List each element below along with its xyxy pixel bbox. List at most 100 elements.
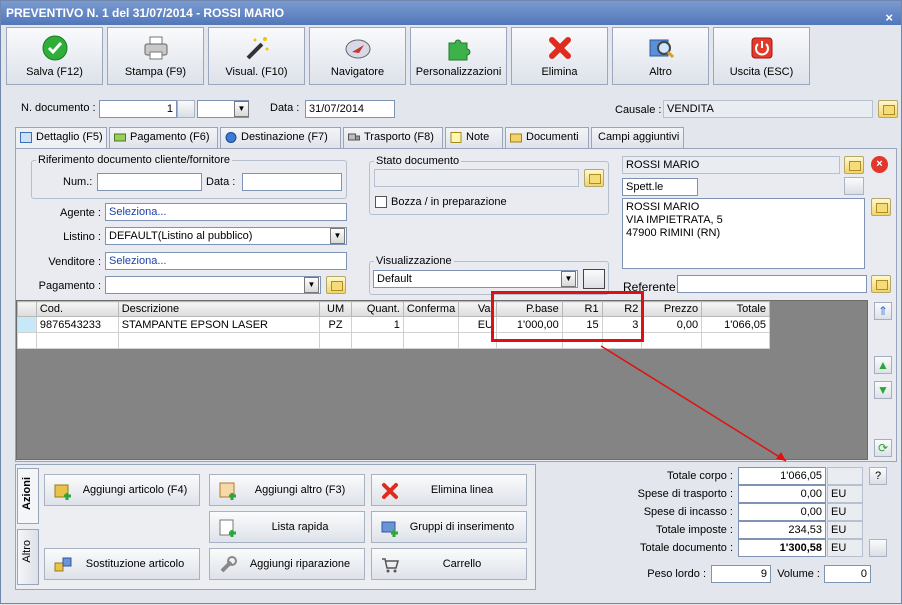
search-client-icon[interactable] <box>844 177 864 195</box>
col-um[interactable]: UM <box>319 301 353 317</box>
tab-pagamento[interactable]: Pagamento (F6) <box>109 127 218 148</box>
totale-corpo-field[interactable]: 1'066,05 <box>738 467 826 485</box>
exit-button[interactable]: Uscita (ESC) <box>713 27 810 85</box>
listino-chevron-down-icon[interactable]: ▼ <box>330 228 345 244</box>
preview-button[interactable]: Visual. (F10) <box>208 27 305 85</box>
visualizzazione-select[interactable]: Default <box>373 270 578 288</box>
table-row[interactable]: 9876543233 STAMPANTE EPSON LASER PZ 1 EU… <box>17 316 770 333</box>
chevron-down-icon[interactable]: ▼ <box>234 101 249 117</box>
stato-folder-icon[interactable] <box>584 169 604 187</box>
tab-note[interactable]: Note <box>445 127 503 148</box>
delete-line-button[interactable]: Elimina linea <box>371 474 527 506</box>
cell-cod[interactable]: 9876543233 <box>35 316 119 333</box>
tab-altro[interactable]: Altro <box>17 529 39 585</box>
add-other-button[interactable]: Aggiungi altro (F3) <box>209 474 365 506</box>
totale-documento-field[interactable]: 1'300,58 <box>738 539 826 557</box>
visualizzazione-chevron-down-icon[interactable]: ▼ <box>561 271 576 287</box>
address-line: 47900 RIMINI (RN) <box>626 227 721 239</box>
cell-um[interactable]: PZ <box>319 316 353 333</box>
col-descrizione[interactable]: Descrizione <box>117 301 321 317</box>
row-indicator[interactable] <box>17 316 37 333</box>
ndoc-field[interactable]: 1 <box>99 100 177 118</box>
power-icon <box>751 37 773 59</box>
save-button[interactable]: Salva (F12) <box>6 27 103 85</box>
tab-documenti[interactable]: Documenti <box>505 127 589 148</box>
causale-folder-icon[interactable] <box>878 100 898 118</box>
venditore-field[interactable]: Seleziona... <box>105 252 347 270</box>
pagamento-select[interactable] <box>105 276 321 294</box>
add-article-button[interactable]: Aggiungi articolo (F4) <box>44 474 200 506</box>
tab-destinazione[interactable]: Destinazione (F7) <box>220 127 341 148</box>
customize-button[interactable]: Personalizzazioni <box>410 27 507 85</box>
stato-legend: Stato documento <box>376 155 460 167</box>
zoom-add-icon[interactable] <box>869 539 887 557</box>
delete-button[interactable]: Elimina <box>511 27 608 85</box>
window: PREVENTIVO N. 1 del 31/07/2014 - ROSSI M… <box>0 0 902 604</box>
tab-azioni[interactable]: Azioni <box>17 468 39 524</box>
client-name-field[interactable]: ROSSI MARIO <box>622 156 840 174</box>
listino-select[interactable]: DEFAULT(Listino al pubblico) <box>105 227 347 245</box>
replace-article-button[interactable]: Sostituzione articolo <box>44 548 200 580</box>
insert-groups-button[interactable]: Gruppi di inserimento <box>371 511 527 543</box>
address-folder-icon[interactable] <box>871 198 891 216</box>
delete-label: Elimina <box>541 66 578 78</box>
peso-field[interactable]: 9 <box>711 565 771 583</box>
tab-dettaglio[interactable]: Dettaglio (F5) <box>15 127 107 149</box>
address-line: VIA IMPIETRATA, 5 <box>626 214 723 226</box>
causale-field[interactable]: VENDITA <box>663 100 873 118</box>
client-folder-icon[interactable] <box>844 156 864 174</box>
layout-edit-button[interactable] <box>583 269 605 289</box>
refresh-icon[interactable]: ⟳ <box>874 439 892 457</box>
more-button[interactable]: Altro <box>612 27 709 85</box>
quick-list-button[interactable]: Lista rapida <box>209 511 365 543</box>
date-field[interactable]: 31/07/2014 <box>305 100 395 118</box>
spettle-field[interactable]: Spett.le <box>622 178 698 196</box>
add-repair-button[interactable]: Aggiungi riparazione <box>209 548 365 580</box>
help-button[interactable]: ? <box>869 467 887 485</box>
totale-corpo-unit <box>827 467 863 485</box>
stato-field[interactable] <box>374 169 579 187</box>
agente-field[interactable]: Seleziona... <box>105 203 347 221</box>
customize-label: Personalizzazioni <box>415 66 502 78</box>
pagamento-chevron-down-icon[interactable]: ▼ <box>304 277 319 293</box>
col-quant[interactable]: Quant. <box>351 301 404 317</box>
insert-groups-label: Gruppi di inserimento <box>409 521 515 533</box>
num-field[interactable] <box>97 173 202 191</box>
ndoc-lookup-button[interactable] <box>177 100 195 118</box>
col-prezzo[interactable]: Prezzo <box>641 301 703 317</box>
move-up-icon[interactable]: ▲ <box>874 356 892 374</box>
pagamento-folder-icon[interactable] <box>326 276 346 294</box>
navigator-button[interactable]: Navigatore <box>309 27 406 85</box>
move-first-icon[interactable]: ⇑ <box>874 302 892 320</box>
bozza-checkbox[interactable] <box>375 196 387 208</box>
col-totale[interactable]: Totale <box>701 301 770 317</box>
cell-totale[interactable]: 1'066,05 <box>701 316 770 333</box>
date-label: Data : <box>270 102 300 114</box>
clear-client-icon[interactable]: × <box>871 156 888 173</box>
cart-button[interactable]: Carrello <box>371 548 527 580</box>
tab-trasporto[interactable]: Trasporto (F8) <box>343 127 443 148</box>
tab-note-label: Note <box>466 131 490 143</box>
print-button[interactable]: Stampa (F9) <box>107 27 204 85</box>
cell-quant[interactable]: 1 <box>351 316 404 333</box>
col-conferma[interactable]: Conferma <box>402 301 460 317</box>
tab-campi-aggiuntivi[interactable]: Campi aggiuntivi <box>591 127 684 148</box>
volume-field[interactable]: 0 <box>824 565 871 583</box>
trasporto-field[interactable]: 0,00 <box>738 485 826 503</box>
rif-data-label: Data : <box>206 176 236 188</box>
cell-conferma[interactable] <box>402 316 460 333</box>
window-title: PREVENTIVO N. 1 del 31/07/2014 - ROSSI M… <box>6 6 285 20</box>
cell-descrizione[interactable]: STAMPANTE EPSON LASER <box>117 316 321 333</box>
col-cod[interactable]: Cod. <box>35 301 119 317</box>
cell-prezzo[interactable]: 0,00 <box>641 316 703 333</box>
rif-date-field[interactable] <box>242 173 342 191</box>
incasso-field[interactable]: 0,00 <box>738 503 826 521</box>
referente-field[interactable] <box>677 275 867 293</box>
address-box[interactable]: ROSSI MARIO VIA IMPIETRATA, 5 47900 RIMI… <box>622 198 865 269</box>
print-label: Stampa (F9) <box>124 66 187 78</box>
imposte-field[interactable]: 234,53 <box>738 521 826 539</box>
check-icon <box>42 35 68 61</box>
table-row[interactable] <box>17 332 770 349</box>
referente-folder-icon[interactable] <box>871 275 891 293</box>
move-down-icon[interactable]: ▼ <box>874 381 892 399</box>
